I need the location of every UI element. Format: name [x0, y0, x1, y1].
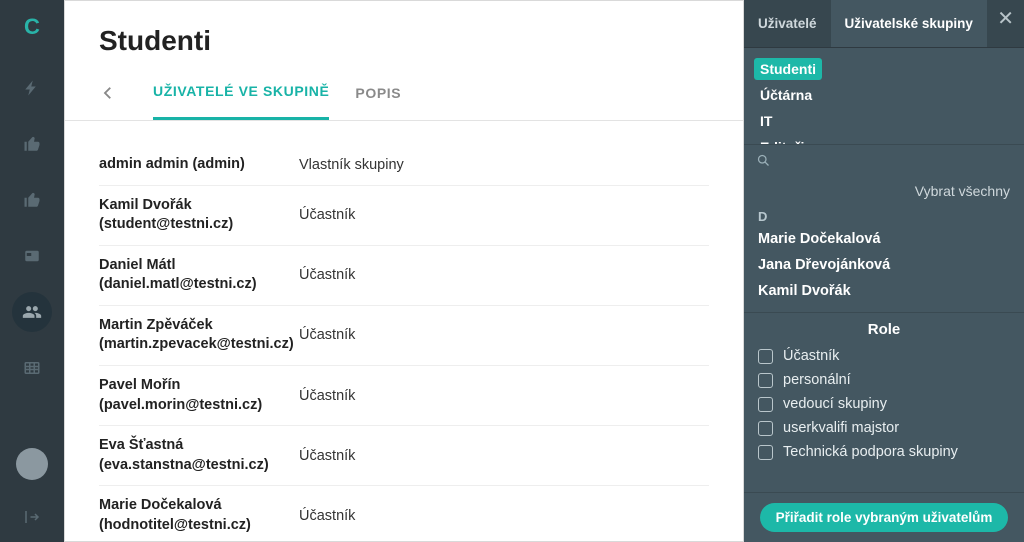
nav-table[interactable]	[12, 348, 52, 388]
role-checkbox-ucastnik[interactable]: Účastník	[744, 344, 1024, 368]
group-item-it[interactable]: IT	[754, 110, 1014, 132]
assign-bar: Přiřadit role vybraným uživatelům	[744, 492, 1024, 542]
thumbs-up-2-icon	[23, 191, 41, 209]
table-row: admin admin (admin) Vlastník skupiny	[99, 145, 709, 186]
role-label: vedoucí skupiny	[783, 396, 887, 412]
chevron-left-icon	[99, 84, 117, 102]
tab-description[interactable]: POPIS	[355, 65, 401, 120]
member-name: admin admin (admin)	[99, 155, 299, 175]
member-email: (martin.zpevacek@testni.cz)	[99, 335, 299, 355]
role-checkbox-userkvalifi[interactable]: userkvalifi majstor	[744, 416, 1024, 440]
flash-icon	[23, 79, 41, 97]
group-item-editori[interactable]: Editoři	[754, 136, 1014, 144]
member-name: Kamil Dvořák	[99, 196, 299, 216]
nav-users[interactable]	[12, 292, 52, 332]
thumbs-up-icon	[23, 135, 41, 153]
user-item[interactable]: Jana Dřevojánková	[758, 252, 1010, 278]
table-row: Eva Šťastná (eva.stanstna@testni.cz) Úča…	[99, 426, 709, 486]
nav-thumb2[interactable]	[12, 180, 52, 220]
back-button[interactable]	[99, 84, 127, 102]
member-name: Eva Šťastná	[99, 436, 299, 456]
member-email: (hodnotitel@testni.cz)	[99, 516, 299, 536]
search-row	[744, 144, 1024, 179]
right-panel-tabs: Uživatelé Uživatelské skupiny	[744, 0, 1024, 48]
checkbox-icon	[758, 349, 773, 364]
right-panel: ✕ Uživatelé Uživatelské skupiny Studenti…	[744, 0, 1024, 542]
app-logo: C	[24, 14, 40, 40]
user-item[interactable]: Marie Dočekalová	[758, 226, 1010, 252]
card-icon	[23, 247, 41, 265]
nav-thumb1[interactable]	[12, 124, 52, 164]
table-row: Martin Zpěváček (martin.zpevacek@testni.…	[99, 306, 709, 366]
member-role: Účastník	[299, 376, 709, 415]
role-checkbox-vedouci[interactable]: vedoucí skupiny	[744, 392, 1024, 416]
letter-header: D	[744, 207, 1024, 226]
checkbox-icon	[758, 421, 773, 436]
user-list: Marie Dočekalová Jana Dřevojánková Kamil…	[744, 226, 1024, 312]
nav-flash[interactable]	[12, 68, 52, 108]
member-role: Účastník	[299, 436, 709, 475]
user-item[interactable]: Kamil Dvořák	[758, 278, 1010, 304]
members-table: admin admin (admin) Vlastník skupiny Kam…	[65, 121, 743, 541]
search-input[interactable]	[756, 149, 1012, 173]
logout-icon	[23, 508, 41, 526]
role-label: Technická podpora skupiny	[783, 444, 958, 460]
member-email: (eva.stanstna@testni.cz)	[99, 456, 299, 476]
role-label: userkvalifi majstor	[783, 420, 899, 436]
select-all-link[interactable]: Vybrat všechny	[744, 179, 1024, 207]
search-icon	[756, 153, 771, 168]
roles-header: Role	[744, 313, 1024, 344]
role-label: personální	[783, 372, 851, 388]
member-email: (pavel.morin@testni.cz)	[99, 396, 299, 416]
checkbox-icon	[758, 373, 773, 388]
member-role: Účastník	[299, 316, 709, 355]
logout-button[interactable]	[23, 508, 41, 526]
member-name: Pavel Mořín	[99, 376, 299, 396]
member-name: Daniel Mátl	[99, 256, 299, 276]
page-title: Studenti	[65, 1, 743, 65]
table-icon	[23, 359, 41, 377]
assign-roles-button[interactable]: Přiřadit role vybraným uživatelům	[760, 503, 1009, 532]
role-checkbox-personalni[interactable]: personální	[744, 368, 1024, 392]
role-checkbox-technicka[interactable]: Technická podpora skupiny	[744, 440, 1024, 464]
main-tabs: UŽIVATELÉ VE SKUPINĚ POPIS	[65, 65, 743, 121]
member-name: Marie Dočekalová	[99, 496, 299, 516]
avatar[interactable]	[16, 448, 48, 480]
table-row: Marie Dočekalová (hodnotitel@testni.cz) …	[99, 486, 709, 541]
main-panel: Studenti UŽIVATELÉ VE SKUPINĚ POPIS admi…	[64, 0, 744, 542]
member-email: (student@testni.cz)	[99, 215, 299, 235]
close-button[interactable]: ✕	[997, 6, 1014, 31]
close-icon: ✕	[997, 8, 1014, 30]
member-role: Účastník	[299, 496, 709, 535]
group-chip-studenti[interactable]: Studenti	[754, 58, 822, 80]
users-icon	[22, 302, 42, 322]
tab-users[interactable]: Uživatelé	[744, 0, 831, 47]
table-row: Daniel Mátl (daniel.matl@testni.cz) Účas…	[99, 246, 709, 306]
role-label: Účastník	[783, 348, 839, 364]
roles-section: Role Účastník personální vedoucí skupiny…	[744, 312, 1024, 492]
checkbox-icon	[758, 445, 773, 460]
tab-members[interactable]: UŽIVATELÉ VE SKUPINĚ	[153, 65, 329, 120]
member-email: (daniel.matl@testni.cz)	[99, 275, 299, 295]
nav-card[interactable]	[12, 236, 52, 276]
table-row: Pavel Mořín (pavel.morin@testni.cz) Účas…	[99, 366, 709, 426]
group-item-uctarna[interactable]: Účtárna	[754, 84, 1014, 106]
member-role: Účastník	[299, 196, 709, 235]
member-role: Účastník	[299, 256, 709, 295]
tab-user-groups[interactable]: Uživatelské skupiny	[831, 0, 987, 47]
member-role: Vlastník skupiny	[299, 155, 709, 175]
checkbox-icon	[758, 397, 773, 412]
member-name: Martin Zpěváček	[99, 316, 299, 336]
table-row: Kamil Dvořák (student@testni.cz) Účastní…	[99, 186, 709, 246]
app-sidebar: C	[0, 0, 64, 542]
group-list: Studenti Účtárna IT Editoři	[744, 48, 1024, 144]
